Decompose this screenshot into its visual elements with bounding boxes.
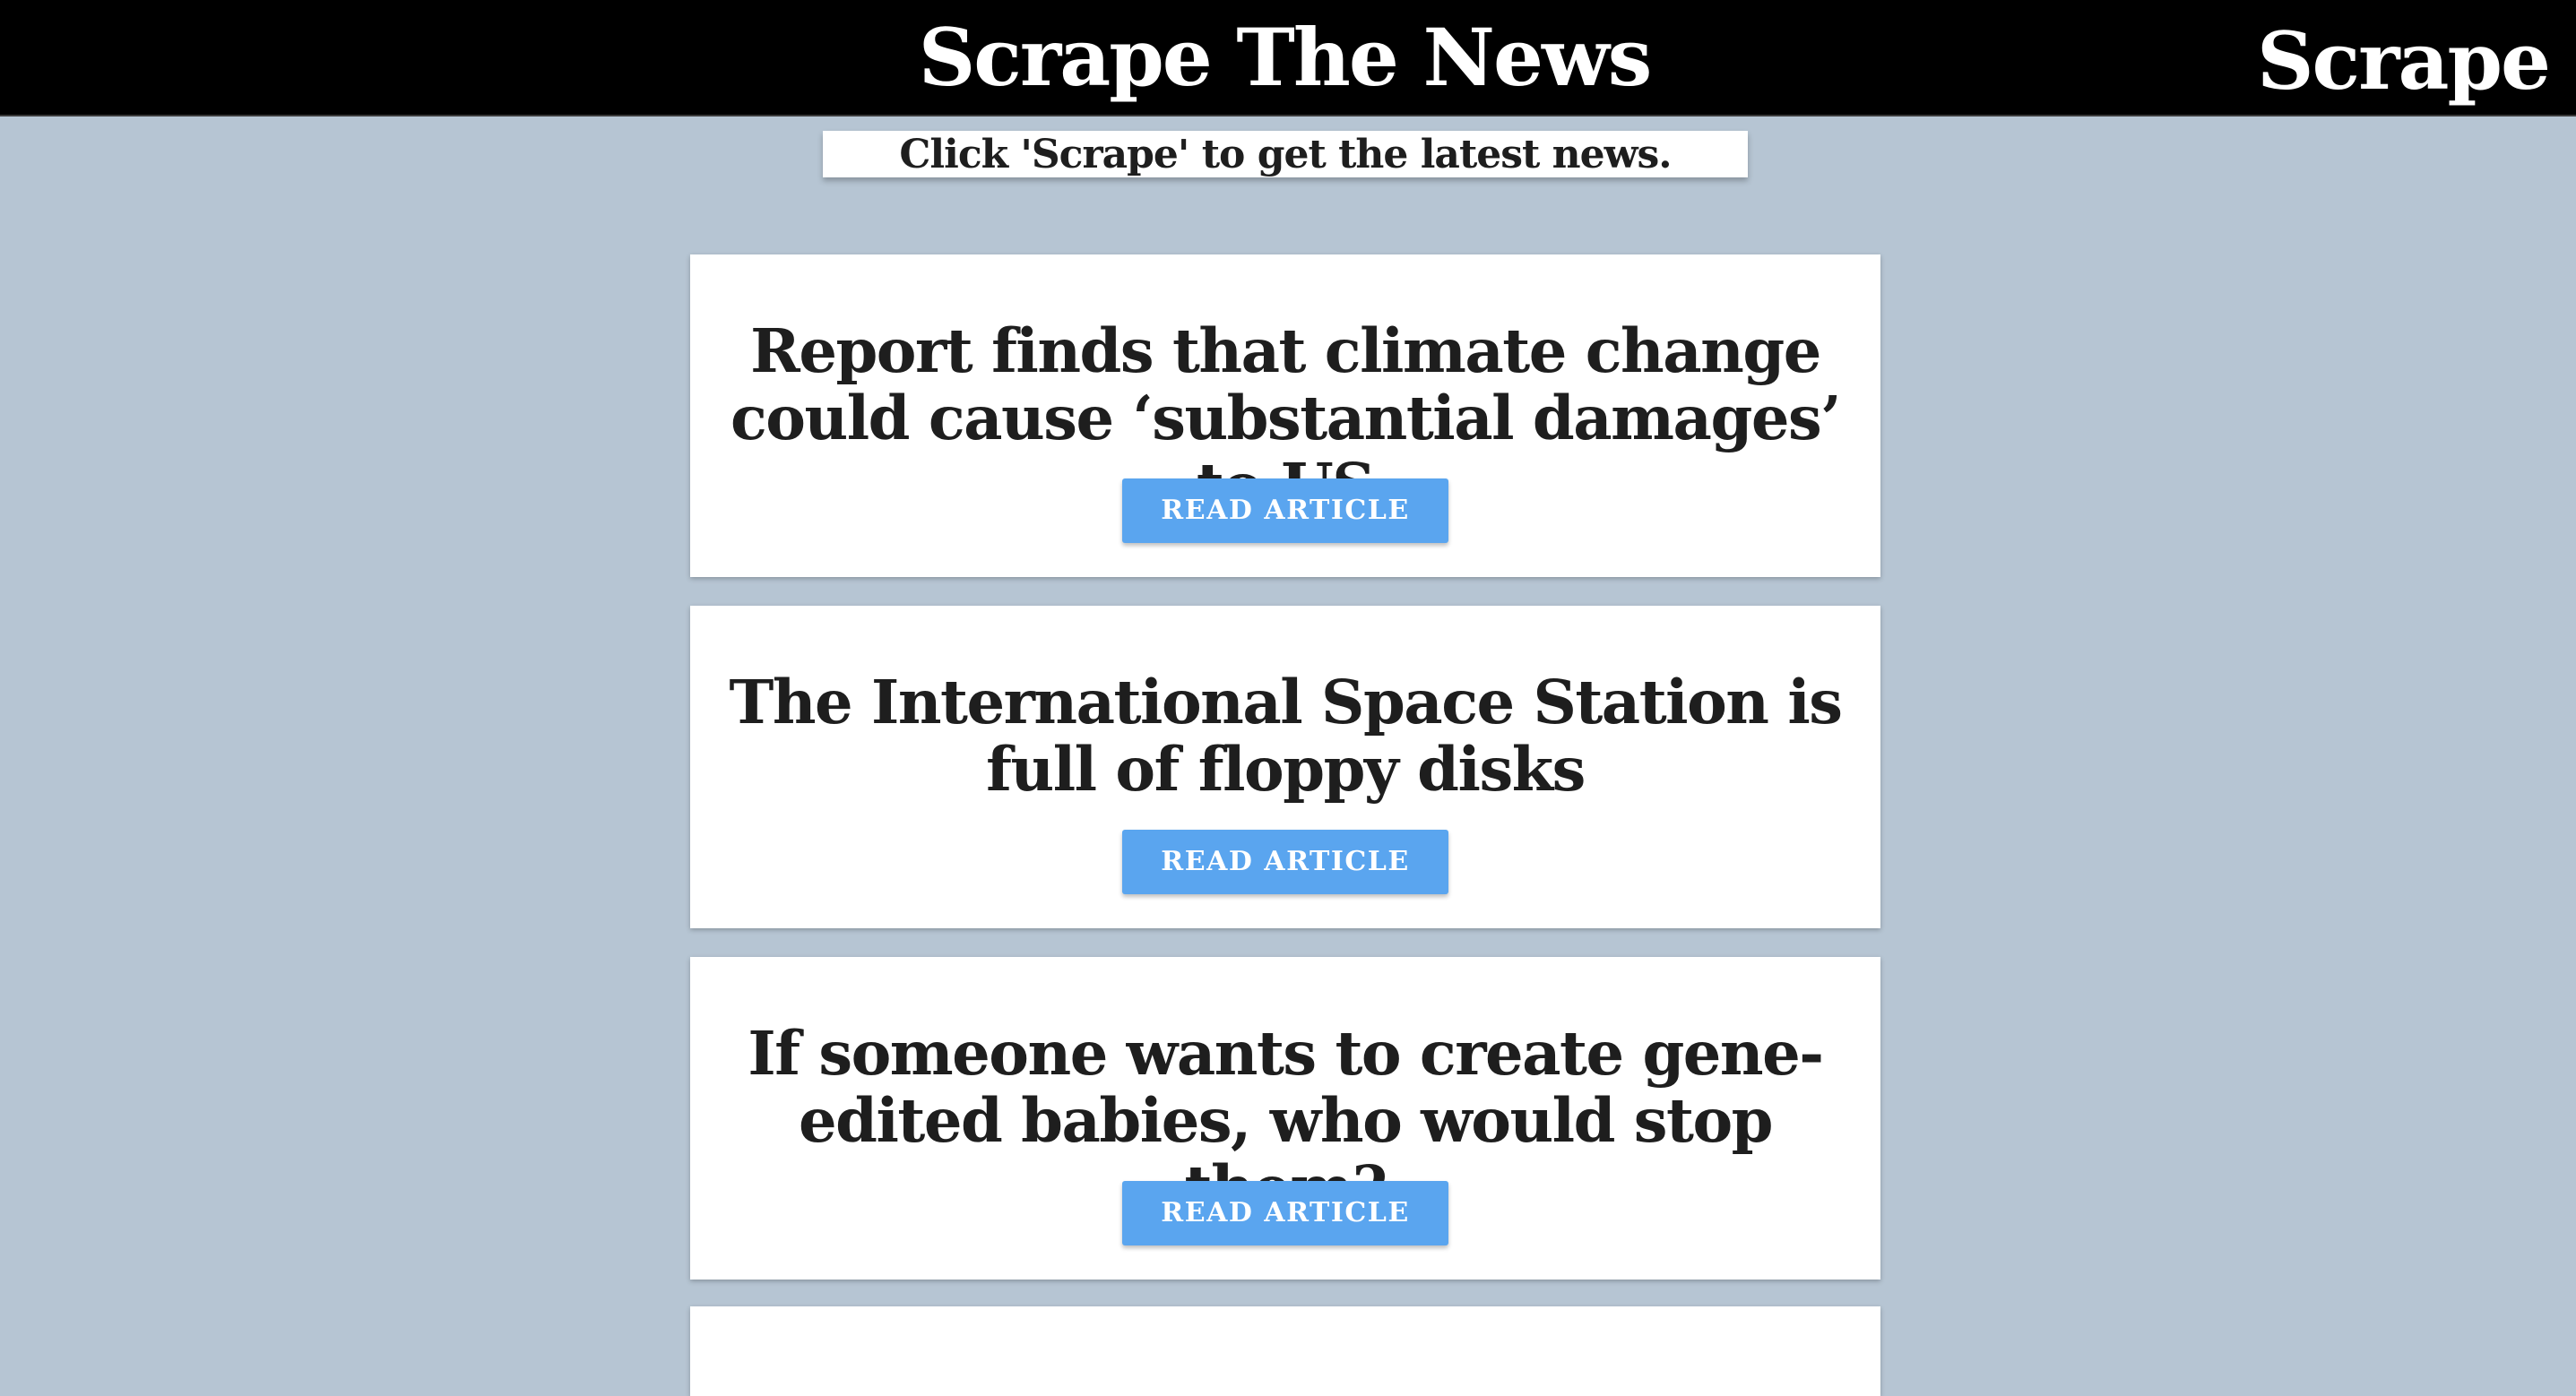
- article-card-partial: [690, 1306, 1880, 1396]
- scrape-hint-banner: Click 'Scrape' to get the latest news.: [823, 131, 1748, 177]
- scrape-button[interactable]: Scrape: [2257, 0, 2551, 115]
- read-article-button[interactable]: READ ARTICLE: [1122, 478, 1448, 543]
- article-card: Report finds that climate change could c…: [690, 254, 1880, 577]
- article-card: If someone wants to create gene-edited b…: [690, 957, 1880, 1280]
- read-article-button[interactable]: READ ARTICLE: [1122, 830, 1448, 894]
- article-card: The International Space Station is full …: [690, 606, 1880, 928]
- brand-title: Scrape The News: [918, 11, 1652, 104]
- article-title: The International Space Station is full …: [729, 667, 1843, 805]
- read-article-button[interactable]: READ ARTICLE: [1122, 1181, 1448, 1245]
- top-navbar: Scrape The News Scrape: [0, 0, 2576, 116]
